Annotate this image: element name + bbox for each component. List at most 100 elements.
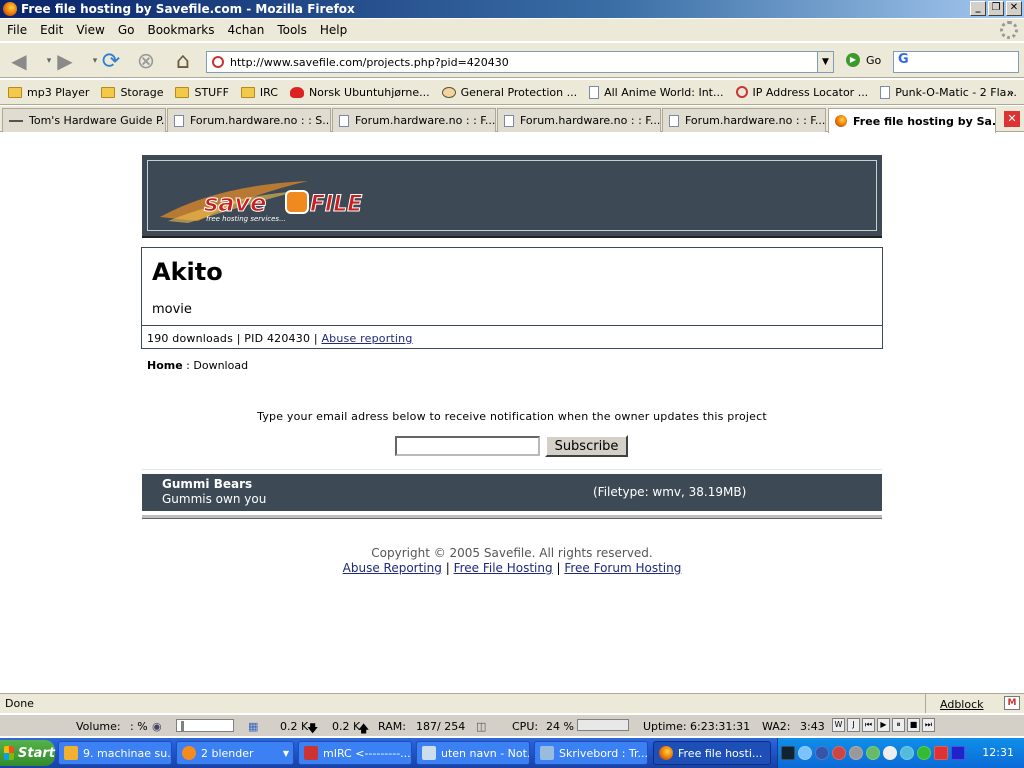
tray-arrows-icon[interactable] bbox=[883, 746, 897, 760]
close-tab-icon[interactable]: ✕ bbox=[1004, 111, 1020, 127]
taskbar-item-winamp[interactable]: 9. machinae su... bbox=[58, 741, 172, 765]
taskbar-item-desktop[interactable]: Skrivebord : Tr... bbox=[534, 741, 648, 765]
menu-edit[interactable]: Edit bbox=[33, 23, 69, 37]
bookmark-item[interactable]: Storage bbox=[101, 86, 163, 99]
tab-savefile[interactable]: Free file hosting by Sa... bbox=[828, 108, 996, 133]
tray-network-icon[interactable] bbox=[781, 746, 795, 760]
window-title: Free file hosting by Savefile.com - Mozi… bbox=[21, 2, 355, 16]
file-name[interactable]: Gummi Bears bbox=[162, 477, 252, 491]
file-type: (Filetype: wmv, 38.19MB) bbox=[593, 485, 747, 499]
page-icon bbox=[504, 114, 514, 127]
back-icon[interactable]: ◀ bbox=[6, 48, 32, 74]
bookmark-item[interactable]: IRC bbox=[240, 86, 278, 99]
tray-messenger-icon[interactable] bbox=[798, 746, 812, 760]
bookmark-item[interactable]: General Protection ... bbox=[441, 86, 577, 99]
volume-label: Volume: bbox=[76, 720, 121, 733]
previous-track-icon[interactable]: ⏮ bbox=[862, 718, 875, 732]
ram-label: RAM: bbox=[378, 720, 406, 733]
tab-toms-hardware[interactable]: Tom's Hardware Guide P... bbox=[2, 108, 166, 132]
reload-icon[interactable]: ⟳ bbox=[98, 48, 124, 74]
bookmark-item[interactable]: Norsk Ubuntuhjørne... bbox=[289, 86, 430, 99]
folder-icon bbox=[175, 86, 190, 98]
stop-track-icon[interactable]: ■ bbox=[907, 718, 920, 732]
menu-help[interactable]: Help bbox=[313, 23, 353, 37]
bookmarks-toolbar: mp3 Player Storage STUFF IRC Norsk Ubunt… bbox=[0, 80, 1024, 105]
url-bar[interactable]: http://www.savefile.com/projects.php?pid… bbox=[206, 51, 834, 73]
comic-face-icon bbox=[441, 86, 456, 98]
toms-hardware-icon bbox=[9, 115, 23, 126]
minimize-button[interactable]: _ bbox=[970, 1, 986, 16]
menu-tools[interactable]: Tools bbox=[270, 23, 313, 37]
taskbar-item-blender[interactable]: 2 blender ▼ bbox=[176, 741, 294, 765]
tab-forum-hardware[interactable]: Forum.hardware.no : : S... bbox=[167, 108, 331, 132]
uptime-label: Uptime: bbox=[643, 720, 687, 733]
winamp-w-button[interactable]: W bbox=[832, 718, 845, 732]
abuse-reporting-link[interactable]: Abuse reporting bbox=[321, 332, 412, 345]
close-button[interactable]: ✕ bbox=[1006, 1, 1022, 16]
tray-antivirus-icon[interactable] bbox=[832, 746, 846, 760]
tab-forum-hardware[interactable]: Forum.hardware.no : : F... bbox=[497, 108, 661, 132]
menu-view[interactable]: View bbox=[69, 23, 110, 37]
restore-button[interactable]: ❐ bbox=[988, 1, 1004, 16]
tray-green-icon[interactable] bbox=[917, 746, 931, 760]
footer-abuse-reporting-link[interactable]: Abuse Reporting bbox=[343, 561, 442, 575]
cpu-label: CPU: bbox=[512, 720, 539, 733]
project-box: Akito movie 190 downloads | PID 420430 |… bbox=[141, 247, 883, 349]
bookmark-item[interactable]: mp3 Player bbox=[8, 86, 89, 99]
menu-4chan[interactable]: 4chan bbox=[221, 23, 271, 37]
volume-slider[interactable] bbox=[176, 719, 234, 732]
winamp-j-button[interactable]: J bbox=[847, 718, 860, 732]
tray-media-icon[interactable] bbox=[951, 746, 965, 760]
menu-go[interactable]: Go bbox=[111, 23, 141, 37]
tray-disk-icon[interactable] bbox=[849, 746, 863, 760]
download-stats: 190 downloads | PID 420430 | bbox=[147, 332, 322, 345]
menu-bookmarks[interactable]: Bookmarks bbox=[140, 23, 220, 37]
pause-icon[interactable]: ⏸ bbox=[892, 718, 905, 732]
footer-free-file-hosting-link[interactable]: Free File Hosting bbox=[454, 561, 553, 575]
adblock-button[interactable]: Adblock bbox=[925, 694, 998, 713]
savefile-logo[interactable]: save FILE free hosting services... bbox=[158, 177, 388, 225]
firefox-icon bbox=[3, 2, 17, 16]
bookmark-item[interactable]: IP Address Locator ... bbox=[735, 86, 868, 99]
tray-red-icon[interactable] bbox=[934, 746, 948, 760]
gmail-notifier-icon[interactable]: M bbox=[1004, 696, 1020, 710]
subscribe-button[interactable]: Subscribe bbox=[545, 435, 628, 457]
go-button[interactable]: ▶ Go bbox=[846, 53, 881, 67]
page-icon bbox=[339, 114, 349, 127]
start-button[interactable]: Start bbox=[0, 740, 55, 766]
winamp-label: WA2: bbox=[762, 720, 791, 733]
taskbar-item-firefox[interactable]: Free file hosti... bbox=[653, 741, 771, 765]
bookmark-item[interactable]: STUFF bbox=[175, 86, 229, 99]
bookmarks-overflow-icon[interactable]: » bbox=[1007, 86, 1014, 99]
menu-file[interactable]: File bbox=[0, 23, 33, 37]
taskbar-item-notepad[interactable]: uten navn - Not... bbox=[416, 741, 530, 765]
tab-forum-hardware[interactable]: Forum.hardware.no : : F... bbox=[662, 108, 826, 132]
breadcrumb-home[interactable]: Home bbox=[147, 359, 183, 372]
tray-status-icon[interactable] bbox=[866, 746, 880, 760]
url-dropdown-icon[interactable]: ▼ bbox=[817, 52, 833, 72]
winamp-time: 3:43 bbox=[800, 720, 825, 733]
tray-monitor-icon[interactable] bbox=[900, 746, 914, 760]
home-icon[interactable]: ⌂ bbox=[170, 48, 196, 74]
tray-p2p-icon[interactable] bbox=[815, 746, 829, 760]
footer-free-forum-hosting-link[interactable]: Free Forum Hosting bbox=[564, 561, 681, 575]
next-track-icon[interactable]: ⏭ bbox=[922, 718, 935, 732]
ram-value: 187/ 254 bbox=[416, 720, 466, 733]
menu-bar: File Edit View Go Bookmarks 4chan Tools … bbox=[0, 19, 1024, 41]
forward-icon[interactable]: ▶ bbox=[52, 48, 78, 74]
file-row[interactable]: Gummi Bears Gummis own you (Filetype: wm… bbox=[142, 474, 882, 511]
navigation-toolbar: ◀ ▾ ▶ ▾ ⟳ ⊗ ⌂ http://www.savefile.com/pr… bbox=[0, 42, 1024, 78]
desktop-icon bbox=[540, 746, 554, 760]
search-input[interactable]: G bbox=[893, 51, 1019, 73]
stop-icon[interactable]: ⊗ bbox=[133, 48, 159, 74]
bookmark-item[interactable]: Punk-O-Matic - 2 Fla... bbox=[880, 85, 1017, 99]
tab-forum-hardware[interactable]: Forum.hardware.no : : F... bbox=[332, 108, 496, 132]
taskbar-item-mirc[interactable]: mIRC <---------... bbox=[298, 741, 412, 765]
ubuntu-site-icon bbox=[289, 86, 304, 98]
play-icon[interactable]: ▶ bbox=[877, 718, 890, 732]
email-field[interactable] bbox=[395, 436, 540, 456]
project-title: Akito bbox=[152, 258, 223, 286]
uptime-value: 6:23:31:31 bbox=[690, 720, 751, 733]
google-search-icon: G bbox=[898, 52, 909, 67]
bookmark-item[interactable]: All Anime World: Int... bbox=[589, 85, 724, 99]
